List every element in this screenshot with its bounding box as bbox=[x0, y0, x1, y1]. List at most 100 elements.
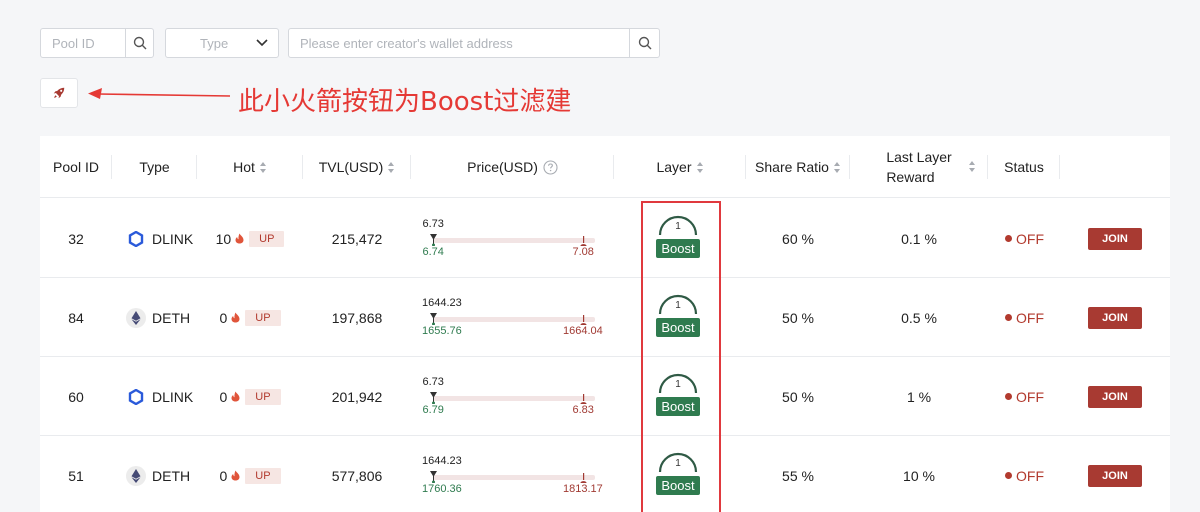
ethereum-icon bbox=[126, 307, 146, 328]
price-high: 7.08 bbox=[572, 246, 594, 258]
price-low: 6.74 bbox=[422, 246, 444, 258]
price-high: 1664.04 bbox=[563, 325, 603, 337]
header-tvl[interactable]: TVL(USD) bbox=[303, 136, 411, 198]
header-hot[interactable]: Hot bbox=[197, 136, 303, 198]
boost-filter-button[interactable] bbox=[40, 78, 78, 108]
up-button[interactable]: UP bbox=[245, 467, 281, 484]
layer-cell: 1 Boost bbox=[643, 278, 713, 357]
table-row[interactable]: 84 DETH 0 UP 197,868 1644.23 1655.76 166… bbox=[40, 278, 1170, 357]
type-value: DLINK bbox=[152, 230, 194, 247]
wallet-address-input[interactable] bbox=[289, 29, 629, 57]
sort-icon[interactable] bbox=[969, 161, 976, 172]
join-button[interactable]: JOIN bbox=[1088, 306, 1142, 329]
hot-value: 10 bbox=[215, 230, 232, 247]
wallet-search bbox=[288, 28, 660, 58]
layer-value: 1 bbox=[675, 221, 681, 232]
join-cell: JOIN bbox=[1080, 436, 1150, 512]
hot-value: 0 bbox=[219, 467, 228, 484]
sort-icon[interactable] bbox=[696, 161, 704, 173]
price-low: 1760.36 bbox=[422, 483, 462, 495]
fire-icon bbox=[231, 391, 240, 402]
hot-value: 0 bbox=[219, 388, 228, 405]
pool-id-input[interactable] bbox=[41, 29, 125, 57]
pool-id-search-button[interactable] bbox=[125, 29, 153, 57]
status-dot-icon bbox=[1005, 314, 1012, 321]
fire-icon bbox=[235, 233, 244, 244]
table-row[interactable]: 32 DLINK 10 UP 215,472 6.73 6.74 7.08 1 bbox=[40, 199, 1170, 278]
high-price-marker-icon bbox=[580, 394, 587, 404]
share-ratio-cell: 60 % bbox=[746, 199, 850, 278]
hot-cell: 0 UP bbox=[197, 357, 303, 436]
header-price: Price(USD) bbox=[411, 136, 614, 198]
join-button[interactable]: JOIN bbox=[1088, 385, 1142, 408]
price-range-cell: 1644.23 1760.36 1813.17 bbox=[422, 436, 622, 512]
price-range-cell: 6.73 6.79 6.83 bbox=[422, 357, 622, 436]
layer-value: 1 bbox=[675, 300, 681, 311]
current-price-marker-icon bbox=[430, 392, 437, 404]
price-range-bar bbox=[433, 475, 595, 480]
high-price-marker-icon bbox=[580, 236, 587, 246]
tvl-value: 201,942 bbox=[331, 388, 383, 405]
header-tvl-label: TVL(USD) bbox=[318, 159, 384, 175]
hot-cell: 0 UP bbox=[197, 278, 303, 357]
price-low: 1655.76 bbox=[422, 325, 462, 337]
table-row[interactable]: 51 DETH 0 UP 577,806 1644.23 1760.36 181… bbox=[40, 436, 1170, 512]
price-range-bar bbox=[433, 238, 595, 243]
share-ratio-cell: 50 % bbox=[746, 278, 850, 357]
wallet-search-button[interactable] bbox=[629, 29, 659, 57]
tvl-cell: 197,868 bbox=[303, 278, 411, 357]
boost-badge: Boost bbox=[656, 239, 700, 258]
layer-cell: 1 Boost bbox=[643, 199, 713, 278]
layer-value: 1 bbox=[675, 379, 681, 390]
header-layer[interactable]: Layer bbox=[614, 136, 746, 198]
header-share-ratio-label: Share Ratio bbox=[755, 159, 829, 175]
rocket-icon bbox=[53, 87, 65, 99]
fire-icon bbox=[231, 312, 240, 323]
share-ratio-cell: 55 % bbox=[746, 436, 850, 512]
header-pool-id-label: Pool ID bbox=[53, 159, 99, 175]
join-button[interactable]: JOIN bbox=[1088, 464, 1142, 487]
chainlink-icon bbox=[126, 387, 146, 407]
price-current: 1644.23 bbox=[422, 297, 462, 309]
up-button[interactable]: UP bbox=[245, 388, 281, 405]
high-price-marker-icon bbox=[580, 315, 587, 325]
pools-table: Pool ID Type Hot TVL(USD) Price(USD) Lay… bbox=[40, 136, 1170, 512]
share-ratio-cell: 50 % bbox=[746, 357, 850, 436]
annotation-text: 此小火箭按钮为Boost过滤建 bbox=[238, 87, 572, 117]
filter-row: Type bbox=[40, 28, 660, 58]
price-current: 1644.23 bbox=[422, 455, 462, 467]
layer-cell: 1 Boost bbox=[643, 357, 713, 436]
last-reward-value: 10 % bbox=[903, 467, 935, 484]
price-range-bar bbox=[433, 317, 595, 322]
last-reward-value: 1 % bbox=[906, 388, 932, 405]
header-share-ratio[interactable]: Share Ratio bbox=[746, 136, 850, 198]
up-button[interactable]: UP bbox=[245, 309, 281, 326]
fire-icon bbox=[231, 470, 240, 481]
hot-cell: 10 UP bbox=[197, 199, 303, 278]
header-last-layer-reward-label: Last Layer Reward bbox=[886, 147, 951, 187]
sort-icon[interactable] bbox=[259, 161, 267, 173]
status-value: OFF bbox=[1016, 388, 1044, 405]
join-button[interactable]: JOIN bbox=[1088, 227, 1142, 250]
layer-value: 1 bbox=[675, 458, 681, 469]
tvl-value: 215,472 bbox=[331, 230, 383, 247]
type-value: DETH bbox=[152, 467, 191, 484]
chevron-down-icon bbox=[256, 39, 268, 47]
sort-icon[interactable] bbox=[388, 161, 395, 173]
hot-cell: 0 UP bbox=[197, 436, 303, 512]
layer-gauge: 1 bbox=[657, 450, 699, 474]
share-ratio-value: 50 % bbox=[782, 309, 814, 326]
header-last-layer-reward[interactable]: Last Layer Reward bbox=[850, 136, 988, 198]
table-row[interactable]: 60 DLINK 0 UP 201,942 6.73 6.79 6.83 1 B… bbox=[40, 357, 1170, 436]
price-current: 6.73 bbox=[422, 376, 444, 388]
sort-icon[interactable] bbox=[833, 161, 841, 173]
help-icon[interactable] bbox=[543, 159, 558, 175]
header-type: Type bbox=[112, 136, 197, 198]
price-low: 6.79 bbox=[422, 404, 444, 416]
tvl-value: 197,868 bbox=[331, 309, 383, 326]
status-cell: OFF bbox=[985, 278, 1065, 357]
high-price-marker-icon bbox=[580, 473, 587, 483]
up-button[interactable]: UP bbox=[249, 230, 285, 247]
type-select[interactable]: Type bbox=[165, 28, 279, 58]
tvl-cell: 201,942 bbox=[303, 357, 411, 436]
